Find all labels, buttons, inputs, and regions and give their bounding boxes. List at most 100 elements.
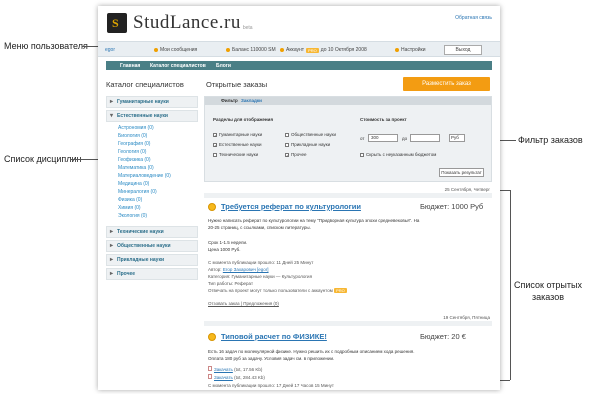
order-description: Есть 16 задач по молекулярной физике. Ну…	[208, 349, 415, 354]
order-author: Автор: Егор Захарович [egor]	[208, 267, 269, 272]
file-icon	[208, 366, 212, 371]
balance-link[interactable]: Баланс 110000 SM	[226, 47, 276, 53]
order-title-link[interactable]: Типовой расчет по ФИЗИКЕ!	[221, 332, 327, 341]
sidebar-subitem[interactable]: Математика (0)	[118, 165, 154, 171]
user-menu: egor Мои сообщения Баланс 110000 SM Акка…	[98, 41, 500, 57]
sidebar-subitem[interactable]: Материаловедение (0)	[118, 173, 171, 179]
filter-checkbox[interactable]: Прикладные науки	[285, 142, 330, 147]
cost-to-label: до	[402, 136, 408, 141]
account-link[interactable]: Аккаунт PRO до 10 Октября 2008	[280, 47, 367, 53]
sidebar-subitem[interactable]: Геология (0)	[118, 149, 146, 155]
order-budget: Бюджет: 20 €	[420, 332, 466, 341]
checkbox-icon	[285, 132, 289, 137]
annotation-user-menu: Меню пользователя	[4, 41, 88, 51]
envelope-icon	[154, 48, 158, 52]
filter-checkbox[interactable]: Общественные науки	[285, 132, 336, 137]
checkbox-checked-icon: ✓	[213, 132, 218, 138]
pro-badge: PRO	[306, 47, 319, 53]
currency-select[interactable]: Руб	[449, 134, 465, 142]
sidebar-subitem[interactable]: Физика (0)	[118, 197, 142, 203]
order-price: Цена 1000 Руб.	[208, 247, 241, 252]
order-filter: Фильтр Закладки Разделы для отображения …	[204, 96, 492, 182]
logo-beta: beta	[242, 25, 253, 31]
sidebar-subitem[interactable]: Экология (0)	[118, 213, 147, 219]
account-icon	[280, 48, 284, 52]
order-budget: Бюджет: 1000 Руб	[420, 202, 484, 211]
sidebar-category-technical[interactable]: Технические науки	[106, 226, 198, 238]
order-description: Оплата 180 руб за задачу. Условия задач …	[208, 356, 335, 361]
filter-cost-title: Стоимость за проект	[360, 117, 407, 122]
order-since: С момента публикации прошло: 17 Дней 17 …	[208, 383, 334, 388]
order-date: 19 Сентября, Пятница	[443, 315, 490, 320]
annotation-orders-1: Список отрытых	[514, 280, 582, 290]
sidebar-subitem[interactable]: Геофизика (0)	[118, 157, 151, 163]
attachment-1: Закачать (txt, 17.56 Kb)	[208, 366, 262, 372]
tab-filter[interactable]: Фильтр	[221, 98, 238, 103]
file-icon	[208, 374, 212, 379]
user-name-link[interactable]: egor	[105, 47, 115, 53]
order-date: 25 Сентября, Четверг	[444, 187, 490, 192]
attachment-2: Закачать (txt, 284.43 Kb)	[208, 374, 265, 380]
apply-filter-button[interactable]: Показать результат	[439, 168, 484, 177]
cost-from-label: от	[360, 136, 365, 141]
sidebar-category-applied[interactable]: Прикладные науки	[106, 254, 198, 266]
filter-checkbox[interactable]: Технические науки	[213, 152, 258, 157]
filter-tabs: Фильтр Закладки	[205, 97, 491, 105]
nav-blogs[interactable]: Блоги	[216, 63, 231, 69]
order-separator	[204, 321, 492, 326]
filter-checkbox[interactable]: ✓ Естественные науки	[213, 142, 262, 147]
checkbox-checked-icon: ✓	[285, 152, 290, 158]
sidebar-category-natural[interactable]: Естественные науки	[106, 110, 198, 122]
order-title[interactable]: Требуется реферат по культурологии	[208, 202, 361, 211]
order-type: Тип работы: Реферат	[208, 281, 254, 286]
filter-checkbox[interactable]: ✓ Прочее	[285, 152, 307, 157]
cost-to-input[interactable]	[410, 134, 440, 142]
sidebar-subitem[interactable]: География (0)	[118, 141, 150, 147]
author-link[interactable]: Егор Захарович [egor]	[223, 267, 269, 272]
order-since: С момента публикации прошло: 11 Дней 25 …	[208, 260, 314, 265]
order-deadline: Срок 1-1.5 недели.	[208, 240, 248, 245]
order-category: Категория: Гуманитарные науки — Культуро…	[208, 274, 313, 279]
download-link[interactable]: Закачать	[214, 375, 233, 380]
checkbox-icon	[285, 142, 289, 147]
order-actions[interactable]: Отзовать заказ | Предложения (0)	[208, 301, 279, 306]
gear-icon	[395, 48, 399, 52]
sidebar-subitem[interactable]: Астрономия (0)	[118, 125, 154, 131]
filter-sections-title: Разделы для отображения	[213, 117, 273, 122]
sidebar-subitem[interactable]: Медицина (0)	[118, 181, 149, 187]
browser-screenshot: S StudLance.ru beta Обратная связь egor …	[98, 6, 500, 390]
coin-icon	[208, 202, 216, 211]
sidebar-subitem[interactable]: Химия (0)	[118, 205, 141, 211]
nav-catalog[interactable]: Каталог специалистов	[150, 63, 206, 69]
annotation-orders-2: заказов	[532, 292, 564, 302]
download-link[interactable]: Закачать	[214, 367, 233, 372]
nav-home[interactable]: Главная	[120, 63, 140, 69]
pro-badge: PRO	[334, 288, 347, 293]
checkbox-icon	[360, 152, 364, 157]
filter-checkbox[interactable]: ✓ Гуманитарные науки	[213, 132, 262, 137]
sidebar-subitem[interactable]: Минералогия (0)	[118, 189, 157, 195]
callout-bracket	[510, 190, 511, 380]
cost-from-input[interactable]: 300	[368, 134, 398, 142]
order-title[interactable]: Типовой расчет по ФИЗИКЕ!	[208, 332, 327, 341]
sidebar-category-social[interactable]: Общественные науки	[106, 240, 198, 252]
checkbox-icon	[213, 152, 217, 157]
order-pro-note: Отвечать на проект могут только пользова…	[208, 288, 347, 293]
tab-bookmarks[interactable]: Закладки	[241, 98, 262, 103]
feedback-link[interactable]: Обратная связь	[455, 15, 492, 21]
site-logo[interactable]: S StudLance.ru beta	[107, 12, 253, 34]
sidebar-category-other[interactable]: Прочее	[106, 268, 198, 280]
order-description: Нужно написать реферат по культурологии …	[208, 218, 420, 223]
sidebar-category-humanities[interactable]: Гуманитарные науки	[106, 96, 198, 108]
coin-icon	[226, 48, 230, 52]
sidebar-subitem[interactable]: Биология (0)	[118, 133, 147, 139]
no-budget-checkbox[interactable]: Скрыть с неуказанным бюджетом	[360, 152, 436, 157]
settings-link[interactable]: Настройки	[395, 47, 426, 53]
page-title: Открытые заказы	[206, 80, 268, 89]
logo-text: StudLance.ru	[133, 12, 241, 33]
messages-link[interactable]: Мои сообщения	[154, 47, 197, 53]
main-nav: Главная Каталог специалистов Блоги	[106, 61, 492, 70]
order-title-link[interactable]: Требуется реферат по культурологии	[221, 202, 361, 211]
post-order-button[interactable]: Разместить заказ	[403, 77, 490, 91]
exit-button[interactable]: Выход	[444, 45, 482, 55]
